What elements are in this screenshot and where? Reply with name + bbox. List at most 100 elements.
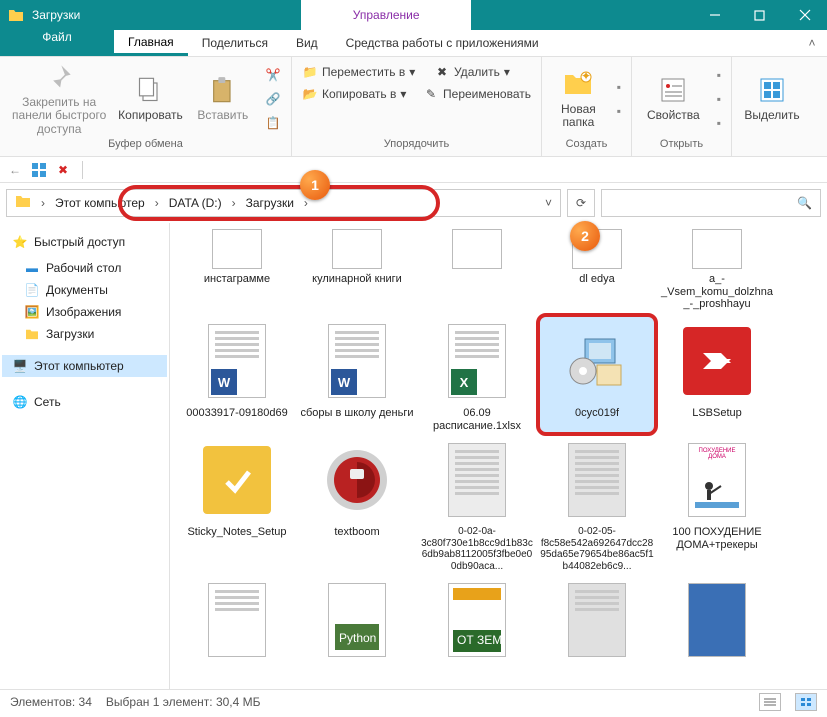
file-item[interactable]: 0-02-0a-3c80f730e1b8cc9d1b83c6db9ab81120…: [420, 436, 534, 572]
nav-downloads[interactable]: Загрузки: [2, 323, 167, 345]
file-item[interactable]: X06.09 расписание.1xlsx: [420, 317, 534, 432]
menu-bar: Файл Главная Поделиться Вид Средства раб…: [0, 30, 827, 57]
ribbon-group-clipboard: Буфер обмена: [6, 136, 285, 152]
desktop-icon: ▬: [24, 260, 40, 276]
network-icon: 🌐: [12, 394, 28, 410]
ribbon-move-to[interactable]: 📁Переместить в ▾: [298, 61, 430, 83]
nav-network[interactable]: 🌐Сеть: [2, 391, 167, 413]
address-bar[interactable]: › Этот компьютер › DATA (D:) › Загрузки …: [6, 189, 561, 217]
ribbon-copy-to[interactable]: 📂Копировать в ▾: [298, 83, 419, 105]
ribbon-group-open: Открыть: [638, 136, 725, 152]
ribbon-delete[interactable]: ✖Удалить ▾: [430, 61, 514, 83]
folder-icon: [8, 8, 24, 22]
minimize-button[interactable]: [692, 0, 737, 30]
address-row: › Этот компьютер › DATA (D:) › Загрузки …: [0, 183, 827, 223]
file-item[interactable]: 0-02-05-f8c58e542a692647dcc2895da65e7965…: [540, 436, 654, 572]
file-item-selected[interactable]: 0cyc019f: [540, 317, 654, 432]
annotation-badge-1: 1: [300, 170, 330, 200]
view-tiles-icon[interactable]: [30, 161, 48, 179]
navigation-pane: ⭐Быстрый доступ ▬Рабочий стол 📄Документы…: [0, 223, 170, 689]
menu-view[interactable]: Вид: [282, 30, 332, 56]
refresh-button[interactable]: ⟳: [567, 189, 595, 217]
ribbon-easy-access[interactable]: ▪: [613, 100, 625, 122]
ribbon-edit[interactable]: ▪: [713, 88, 725, 110]
svg-text:Python 3: Python 3: [339, 631, 385, 645]
chevron-right-icon[interactable]: ›: [228, 196, 240, 210]
file-item[interactable]: ОТ ЗЕМЛИ ДО НЕБА: [420, 576, 534, 664]
chevron-right-icon[interactable]: ›: [151, 196, 163, 210]
file-item[interactable]: Sticky_Notes_Setup: [180, 436, 294, 572]
window-title: Загрузки: [32, 8, 80, 22]
nav-quick-access[interactable]: ⭐Быстрый доступ: [2, 231, 167, 253]
status-bar: Элементов: 34 Выбран 1 элемент: 30,4 МБ: [0, 689, 827, 713]
file-list[interactable]: инстаграмме кулинарной книги dl edya a_-…: [170, 223, 827, 689]
chevron-right-icon[interactable]: ›: [37, 196, 49, 210]
view-large-icons-button[interactable]: [795, 693, 817, 711]
menu-file[interactable]: Файл: [0, 30, 114, 56]
file-item[interactable]: [420, 227, 534, 313]
nav-documents[interactable]: 📄Документы: [2, 279, 167, 301]
menu-app-tools[interactable]: Средства работы с приложениями: [332, 30, 553, 56]
file-item[interactable]: инстаграмме: [180, 227, 294, 313]
pictures-icon: 🖼️: [24, 304, 40, 320]
nav-back-button[interactable]: ←: [6, 161, 24, 179]
file-item[interactable]: LSBSetup: [660, 317, 774, 432]
ribbon-cut[interactable]: ✂️: [261, 64, 285, 86]
svg-text:ОТ ЗЕМЛИ ДО НЕБА: ОТ ЗЕМЛИ ДО НЕБА: [457, 633, 505, 647]
ribbon-open[interactable]: ▪: [713, 64, 725, 86]
ribbon-collapse-button[interactable]: ˄: [797, 30, 827, 56]
file-item[interactable]: textboom: [300, 436, 414, 572]
file-item[interactable]: Python 3: [300, 576, 414, 664]
ribbon-copy-path[interactable]: 🔗: [261, 88, 285, 110]
nav-desktop[interactable]: ▬Рабочий стол: [2, 257, 167, 279]
file-item[interactable]: a_-_Vsem_komu_dolzhna_-_proshhayu: [660, 227, 774, 313]
star-icon: ⭐: [12, 234, 28, 250]
file-item[interactable]: [540, 576, 654, 664]
delete-icon[interactable]: ✖: [54, 161, 72, 179]
ribbon-group-new: Создать: [548, 136, 625, 152]
ribbon-group-organize: Упорядочить: [298, 136, 535, 152]
title-bar: Загрузки Управление: [0, 0, 827, 30]
close-button[interactable]: [782, 0, 827, 30]
file-item[interactable]: [660, 576, 774, 664]
maximize-button[interactable]: [737, 0, 782, 30]
ribbon-paste-shortcut[interactable]: 📋: [261, 112, 285, 134]
folder-icon: [15, 194, 33, 212]
ribbon-select[interactable]: Выделить: [738, 74, 806, 122]
ribbon-new-item[interactable]: ▪: [613, 76, 625, 98]
contextual-tab-manage[interactable]: Управление: [301, 0, 471, 30]
view-details-button[interactable]: [759, 693, 781, 711]
ribbon-rename[interactable]: ✎Переименовать: [419, 83, 535, 105]
file-item[interactable]: [180, 576, 294, 664]
file-item[interactable]: W00033917-09180d69: [180, 317, 294, 432]
nav-this-pc[interactable]: 🖥️Этот компьютер: [2, 355, 167, 377]
breadcrumb-folder[interactable]: Загрузки: [240, 190, 300, 216]
pc-icon: 🖥️: [12, 358, 28, 374]
documents-icon: 📄: [24, 282, 40, 298]
menu-home[interactable]: Главная: [114, 30, 188, 56]
annotation-badge-2: 2: [570, 221, 600, 251]
ribbon-properties[interactable]: Свойства: [638, 74, 709, 122]
nav-pictures[interactable]: 🖼️Изображения: [2, 301, 167, 323]
chevron-down-icon[interactable]: ˅: [541, 196, 556, 210]
svg-text:✦: ✦: [581, 71, 591, 83]
menu-share[interactable]: Поделиться: [188, 30, 282, 56]
folder-icon: [24, 326, 40, 342]
quick-access-toolbar: ← ✖: [0, 157, 827, 183]
ribbon-paste[interactable]: Вставить: [189, 74, 257, 122]
breadcrumb-this-pc[interactable]: Этот компьютер: [49, 190, 151, 216]
breadcrumb-drive[interactable]: DATA (D:): [163, 190, 228, 216]
file-item[interactable]: Wсборы в школу деньги: [300, 317, 414, 432]
ribbon-copy[interactable]: Копировать: [116, 74, 184, 122]
ribbon-history[interactable]: ▪: [713, 112, 725, 134]
ribbon-new-folder[interactable]: ✦ Новая папка: [548, 68, 609, 129]
ribbon: Закрепить на панели быстрого доступа Коп…: [0, 57, 827, 157]
status-item-count: Элементов: 34: [10, 695, 92, 709]
ribbon-pin-quick-access[interactable]: Закрепить на панели быстрого доступа: [6, 61, 112, 136]
status-selection: Выбран 1 элемент: 30,4 МБ: [106, 695, 261, 709]
search-input[interactable]: 🔍: [601, 189, 821, 217]
ribbon-group-select: [738, 136, 806, 152]
file-item[interactable]: ПОХУДЕНИЕ ДОМА100 ПОХУДЕНИЕ ДОМА+трекеры: [660, 436, 774, 572]
file-item[interactable]: кулинарной книги: [300, 227, 414, 313]
search-icon: 🔍: [797, 196, 812, 210]
